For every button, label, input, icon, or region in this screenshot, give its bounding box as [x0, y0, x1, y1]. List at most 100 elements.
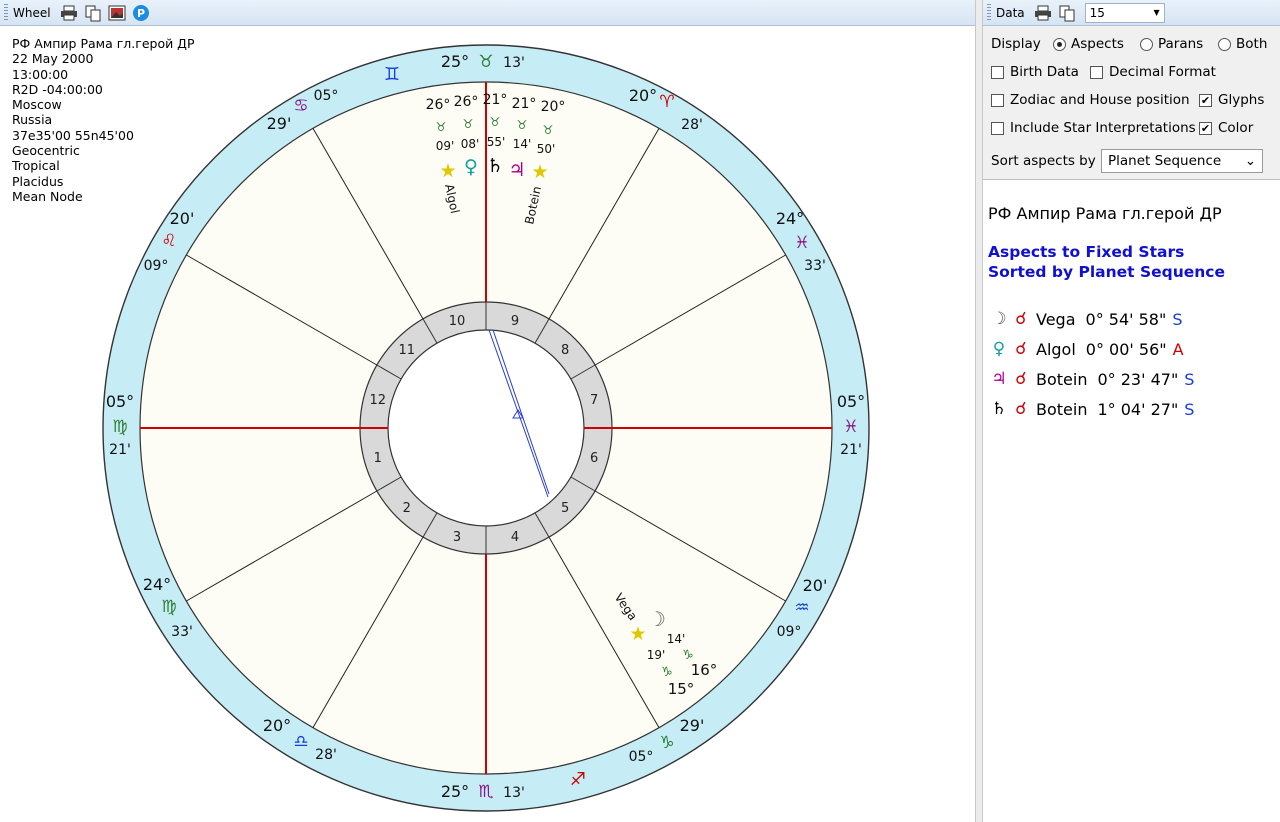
house-number: 9	[511, 314, 519, 329]
planet-icon: ☽	[991, 309, 1007, 329]
star-name: Botein	[1036, 399, 1088, 419]
print-icon[interactable]	[1033, 3, 1053, 23]
copy-icon[interactable]	[83, 3, 103, 23]
cusp-minute: 28'	[681, 117, 703, 133]
radio-parans[interactable]: Parans	[1140, 36, 1203, 52]
checkbox-include-interpretations[interactable]: Include Star Interpretations	[991, 120, 1196, 136]
house-number: 2	[403, 501, 411, 516]
zodiac-sign-icon: ♐	[570, 769, 586, 790]
house-number: 10	[449, 314, 466, 329]
capricorn-icon: ♑	[661, 665, 673, 680]
checkbox-decimal-format-label: Decimal Format	[1109, 64, 1216, 80]
orb-combo[interactable]: 15 ▼	[1084, 2, 1165, 23]
checkbox-box[interactable]	[991, 121, 1004, 135]
checkbox-decimal-format[interactable]: Decimal Format	[1090, 64, 1216, 80]
cusp-degree: 25°	[441, 52, 469, 71]
aspect-list: ☽ ☌ Vega 0° 54' 58" S ♀ ☌ Algol 0° 00' 56" A ♃ ☌ Bot…	[988, 304, 1273, 424]
aspect-row: ♃ ☌ Botein 0° 23' 47" S	[988, 364, 1273, 394]
radio-dot[interactable]	[1140, 37, 1153, 51]
wheel-toolbar-label: Wheel	[13, 5, 51, 20]
zodiac-sign-icon: ♈	[659, 92, 674, 112]
cusp-degree: 20'	[170, 209, 195, 228]
zodiac-sign-icon: ♌	[161, 231, 176, 251]
sort-label: Sort aspects by	[991, 153, 1096, 169]
aspect-orb: 0° 54' 58"	[1085, 309, 1167, 329]
planet-degree: 21°	[483, 92, 508, 108]
radio-dot[interactable]	[1218, 37, 1231, 51]
astrology-wheel[interactable]: 123 456789101112 25° ♉ 13'20° ♈28'24°♓33'05°…	[0, 26, 975, 822]
planet-degree: 21°	[512, 96, 537, 112]
toolbar-grip[interactable]	[987, 3, 991, 22]
check-icon[interactable]: ✔	[1199, 93, 1212, 107]
cusp-minute: 05°	[629, 749, 654, 765]
zodiac-sign-icon: ♍	[161, 597, 176, 617]
conjunction-icon: ☌	[1015, 399, 1027, 419]
aspect-orb: 0° 23' 47"	[1097, 369, 1179, 389]
cusp-degree: 20°	[629, 86, 657, 105]
aspect-class: S	[1184, 369, 1195, 389]
checkbox-color[interactable]: ✔ Color	[1199, 120, 1253, 136]
sort-select[interactable]: Planet Sequence ⌄	[1101, 149, 1263, 173]
planet-icon: ♃	[508, 159, 525, 181]
planet-degree: 26°	[454, 94, 479, 110]
radio-dot[interactable]	[1053, 37, 1066, 51]
planet-degree: 26°	[426, 97, 451, 113]
cusp-minute: 28'	[315, 747, 337, 763]
house-number: 3	[453, 530, 461, 545]
toolbar-grip[interactable]	[4, 3, 8, 22]
cusp-minute: 33'	[804, 258, 826, 274]
planet-icon: ♀	[464, 156, 478, 178]
cusp-degree: 24°	[143, 575, 171, 594]
checkbox-zodiac-house[interactable]: Zodiac and House position	[991, 92, 1190, 108]
aspect-orb: 1° 04' 27"	[1097, 399, 1179, 419]
planet-minute: 55'	[487, 135, 506, 149]
house-number: 11	[399, 343, 416, 358]
conjunction-icon: ☌	[1015, 339, 1027, 359]
orb-combo-value: 15	[1089, 5, 1105, 20]
checkbox-birth-data-label: Birth Data	[1010, 64, 1079, 80]
planet-degree: 15°	[668, 680, 695, 698]
wheel-pane: Wheel P РФ Ампир Рама гл.герой ДР 22 May …	[0, 0, 975, 822]
planet-minute: 08'	[461, 137, 480, 151]
checkbox-box[interactable]	[991, 65, 1004, 79]
aspect-row: ☽ ☌ Vega 0° 54' 58" S	[988, 304, 1273, 334]
cusp-degree: 20'	[803, 576, 828, 595]
checkbox-glyphs-label: Glyphs	[1218, 92, 1265, 108]
aspect-class: S	[1184, 399, 1195, 419]
aspect-class: A	[1172, 339, 1184, 359]
cusp-minute: 21'	[109, 442, 131, 458]
save-image-icon[interactable]	[107, 3, 127, 23]
taurus-icon: ♉	[436, 120, 447, 134]
parans-icon[interactable]: P	[131, 3, 151, 23]
planet-minute: 50'	[537, 142, 556, 156]
checkbox-box[interactable]	[1090, 65, 1103, 79]
print-icon[interactable]	[59, 3, 79, 23]
aspect-report: РФ Ампир Рама гл.герой ДР Aspects to Fix…	[988, 204, 1273, 424]
planet-icon: ♀	[992, 339, 1006, 359]
checkbox-glyphs[interactable]: ✔ Glyphs	[1199, 92, 1264, 108]
report-options: Display Aspects Parans Both Birth Data D…	[983, 26, 1280, 180]
fixed-star-icon: ★	[629, 623, 646, 645]
cusp-degree: 25°	[441, 782, 469, 801]
chevron-down-icon: ⌄	[1244, 153, 1256, 169]
radio-both[interactable]: Both	[1218, 36, 1267, 52]
data-toolbar: Data 15 ▼	[983, 0, 1280, 26]
checkbox-box[interactable]	[991, 93, 1004, 107]
planet-minute: 09'	[436, 139, 455, 153]
cusp-degree: 24°	[776, 209, 804, 228]
radio-aspects[interactable]: Aspects	[1053, 36, 1124, 52]
checkbox-birth-data[interactable]: Birth Data	[991, 64, 1079, 80]
planet-icon: ♄	[991, 399, 1007, 419]
copy-icon[interactable]	[1057, 3, 1077, 23]
cusp-minute: 05°	[314, 88, 339, 104]
fixed-star-icon: ★	[439, 160, 456, 182]
pane-splitter[interactable]	[975, 0, 983, 822]
aspect-row: ♀ ☌ Algol 0° 00' 56" A	[988, 334, 1273, 364]
house-number: 1	[374, 451, 382, 466]
cusp-minute: 21'	[840, 442, 862, 458]
cusp-degree: 29'	[267, 114, 292, 133]
house-number: 6	[590, 451, 598, 466]
inner-circle	[387, 329, 585, 527]
check-icon[interactable]: ✔	[1199, 121, 1212, 135]
report-subheading: Sorted by Planet Sequence	[988, 263, 1226, 281]
